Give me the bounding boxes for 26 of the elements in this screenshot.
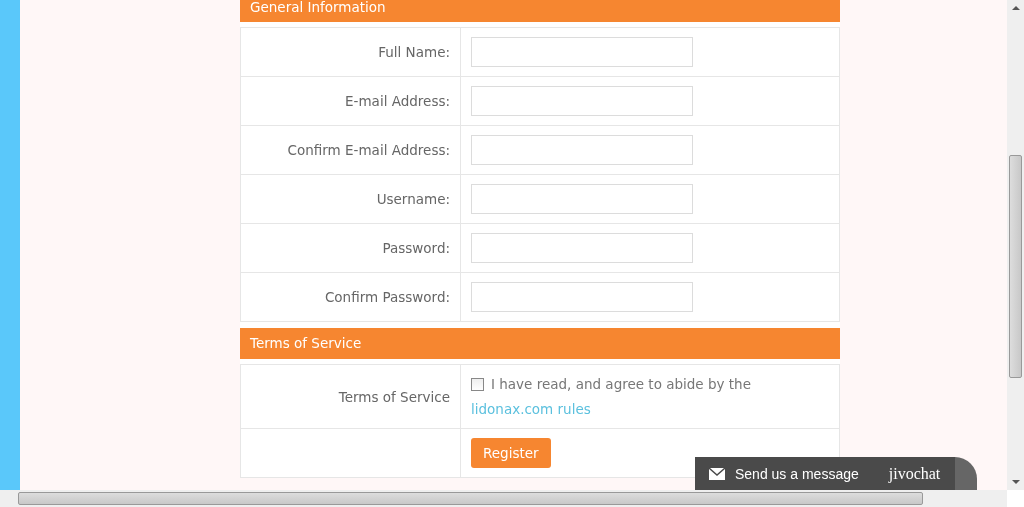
section-header: Terms of Service xyxy=(240,328,840,359)
input-field[interactable] xyxy=(471,86,693,116)
field-label: Confirm E-mail Address: xyxy=(287,142,450,158)
field-label: Full Name: xyxy=(378,44,450,60)
chat-tab[interactable] xyxy=(955,457,977,490)
agree-text: I have read, and agree to abide by the xyxy=(491,374,751,394)
chat-widget[interactable]: Send us a message jivochat xyxy=(695,457,955,490)
input-field[interactable] xyxy=(471,282,693,312)
envelope-icon xyxy=(709,467,725,480)
vertical-scrollbar[interactable] xyxy=(1007,0,1024,490)
horizontal-scrollbar[interactable] xyxy=(0,490,1007,507)
checkbox[interactable] xyxy=(471,377,484,391)
section-header: General Information xyxy=(240,0,840,22)
chat-label: Send us a message xyxy=(735,465,859,482)
field-label: Username: xyxy=(376,191,450,207)
input-field[interactable] xyxy=(471,37,693,67)
field-label: Password: xyxy=(382,240,450,256)
field-label: E-mail Address: xyxy=(345,93,450,109)
rules-link[interactable]: lidonax.com rules xyxy=(471,400,591,417)
input-field[interactable] xyxy=(471,233,693,263)
input-field[interactable] xyxy=(471,184,693,214)
input-field[interactable] xyxy=(471,135,693,165)
chat-brand: jivochat xyxy=(888,464,941,483)
field-label: Confirm Password: xyxy=(324,289,450,305)
register-button[interactable]: Register xyxy=(471,438,551,468)
field-label: Terms of Service xyxy=(338,388,450,405)
